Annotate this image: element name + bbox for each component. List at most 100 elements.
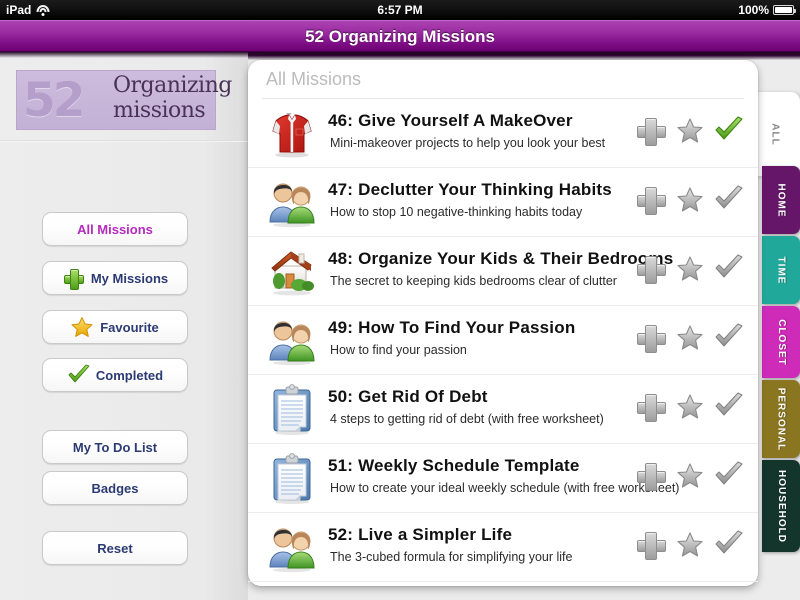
two-people-icon <box>269 528 315 573</box>
mission-subtitle: How to create your ideal weekly schedule… <box>330 481 680 495</box>
mark-complete-button[interactable] <box>714 461 744 491</box>
mark-complete-button[interactable] <box>714 392 744 422</box>
category-tab-strip: ALL HOME TIME CLOSET PERSONAL HOUSEHOLD <box>750 52 800 600</box>
favourite-button[interactable] <box>675 530 705 560</box>
star-icon <box>677 118 703 143</box>
favourite-button[interactable] <box>675 392 705 422</box>
mission-list: 46: Give Yourself A MakeOver Mini-makeov… <box>248 99 758 582</box>
check-icon <box>715 116 743 140</box>
mission-subtitle: How to find your passion <box>330 343 467 357</box>
red-shirt-icon <box>272 113 312 158</box>
mission-subtitle: Mini-makeover projects to help you look … <box>330 136 606 150</box>
mission-actions <box>636 323 744 353</box>
missions-panel: All Missions 46: Give Yourself A MakeOve… <box>248 60 758 586</box>
mission-row[interactable]: 50: Get Rid Of Debt 4 steps to getting r… <box>248 375 758 444</box>
add-to-my-missions-button[interactable] <box>636 254 666 284</box>
mission-row[interactable]: 51: Weekly Schedule Template How to crea… <box>248 444 758 513</box>
mission-thumbnail <box>266 245 318 297</box>
mission-subtitle: How to stop 10 negative-thinking habits … <box>330 205 583 219</box>
panel-heading: All Missions <box>266 69 362 89</box>
mission-thumbnail <box>266 452 318 504</box>
add-to-my-missions-button[interactable] <box>636 461 666 491</box>
sidebar-item-all-missions[interactable]: All Missions <box>42 212 188 246</box>
favourite-button[interactable] <box>675 323 705 353</box>
mission-thumbnail <box>266 176 318 228</box>
favourite-button[interactable] <box>675 254 705 284</box>
check-icon <box>715 185 743 209</box>
sidebar-item-my-missions[interactable]: My Missions <box>42 261 188 295</box>
sidebar-item-label: Favourite <box>100 319 159 335</box>
mark-complete-button[interactable] <box>714 185 744 215</box>
favourite-button[interactable] <box>675 461 705 491</box>
mark-complete-button[interactable] <box>714 254 744 284</box>
mark-complete-button[interactable] <box>714 530 744 560</box>
tab-time[interactable]: TIME <box>762 236 800 304</box>
status-bar: iPad 6:57 PM 100% <box>0 0 800 20</box>
check-icon <box>715 461 743 485</box>
favourite-button[interactable] <box>675 116 705 146</box>
battery-icon <box>773 5 796 15</box>
check-icon <box>715 254 743 278</box>
sidebar-item-label: My To Do List <box>72 439 158 455</box>
add-to-my-missions-button[interactable] <box>636 116 666 146</box>
mission-subtitle: The secret to keeping kids bedrooms clea… <box>330 274 617 288</box>
mark-complete-button[interactable] <box>714 116 744 146</box>
mission-row[interactable]: 46: Give Yourself A MakeOver Mini-makeov… <box>248 99 758 168</box>
tab-label: CLOSET <box>775 318 787 366</box>
mission-actions <box>636 461 744 491</box>
sidebar-item-label: Completed <box>95 367 164 383</box>
clock-label: 6:57 PM <box>377 3 423 17</box>
sidebar-item-favourite[interactable]: Favourite <box>42 310 188 344</box>
mission-actions <box>636 254 744 284</box>
tab-label: PERSONAL <box>775 387 787 451</box>
mission-actions <box>636 530 744 560</box>
app-logo: 52 Organizing missions <box>16 70 232 130</box>
mission-title: 49: How To Find Your Passion <box>328 318 576 337</box>
add-to-my-missions-button[interactable] <box>636 392 666 422</box>
tab-home[interactable]: HOME <box>762 166 800 234</box>
mission-title: 48: Organize Your Kids & Their Bedrooms <box>328 249 674 268</box>
sidebar-item-my-to-do-list[interactable]: My To Do List <box>42 430 188 464</box>
green-plus-icon <box>62 267 84 290</box>
mark-complete-button[interactable] <box>714 323 744 353</box>
status-bar-right: 100% <box>738 3 796 17</box>
logo-line-1: Organizing <box>113 73 232 98</box>
mission-row[interactable]: 47: Declutter Your Thinking Habits How t… <box>248 168 758 237</box>
reset-button[interactable]: Reset <box>42 531 188 565</box>
mission-thumbnail <box>266 107 318 159</box>
tab-label: TIME <box>775 256 787 284</box>
mission-thumbnail <box>266 383 318 435</box>
sidebar-item-label: All Missions <box>77 221 153 237</box>
mission-subtitle: 4 steps to getting rid of debt (with fre… <box>330 412 604 426</box>
mission-title: 52: Live a Simpler Life <box>328 525 513 544</box>
mission-actions <box>636 185 744 215</box>
sidebar-item-completed[interactable]: Completed <box>42 358 188 392</box>
mission-subtitle: The 3-cubed formula for simplifying your… <box>330 550 573 564</box>
favourite-button[interactable] <box>675 185 705 215</box>
add-to-my-missions-button[interactable] <box>636 530 666 560</box>
tab-label: HOME <box>775 183 787 217</box>
mission-thumbnail <box>266 314 318 366</box>
mission-row[interactable]: 49: How To Find Your Passion How to find… <box>248 306 758 375</box>
sidebar-item-label: My Missions <box>90 270 169 286</box>
mission-actions <box>636 392 744 422</box>
logo-number: 52 <box>23 73 85 128</box>
star-icon <box>677 325 703 350</box>
add-to-my-missions-button[interactable] <box>636 323 666 353</box>
mission-row[interactable]: 48: Organize Your Kids & Their Bedrooms … <box>248 237 758 306</box>
app-title-bar: 52 Organizing Missions <box>0 20 800 52</box>
house-icon <box>271 251 314 296</box>
mission-title: 51: Weekly Schedule Template <box>328 456 580 475</box>
tab-closet[interactable]: CLOSET <box>762 306 800 378</box>
tab-personal[interactable]: PERSONAL <box>762 380 800 458</box>
green-check-icon <box>67 364 90 386</box>
gold-star-icon <box>71 316 93 338</box>
add-to-my-missions-button[interactable] <box>636 185 666 215</box>
mission-row[interactable]: 52: Live a Simpler Life The 3-cubed form… <box>248 513 758 582</box>
sidebar-item-badges[interactable]: Badges <box>42 471 188 505</box>
tab-household[interactable]: HOUSEHOLD <box>762 460 800 552</box>
battery-percent-label: 100% <box>738 3 769 17</box>
check-icon <box>715 392 743 416</box>
mission-title: 50: Get Rid Of Debt <box>328 387 488 406</box>
clipboard-icon <box>273 384 311 435</box>
